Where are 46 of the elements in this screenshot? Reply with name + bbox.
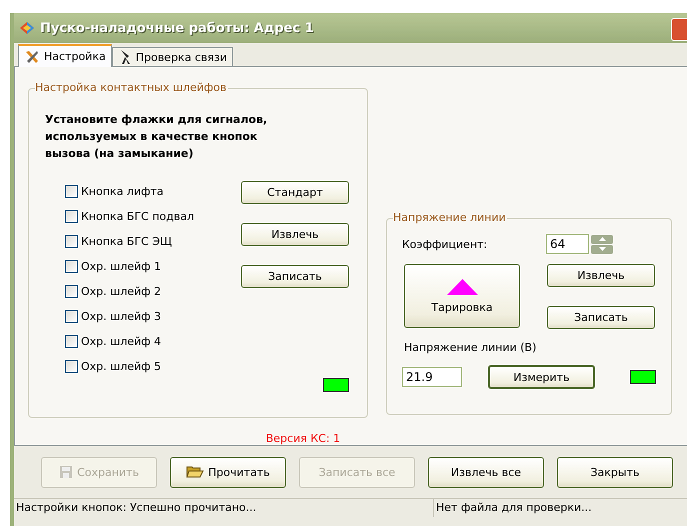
status-text: Нет файла для проверки... bbox=[435, 500, 593, 516]
action-button[interactable]: Записать bbox=[241, 265, 349, 288]
action-button[interactable]: Записать bbox=[547, 306, 655, 329]
app-icon bbox=[18, 20, 36, 36]
window-title: Пуско-наладочные работы: Адрес 1 bbox=[40, 20, 314, 36]
checkbox-label: Охр. шлейф 5 bbox=[81, 360, 162, 373]
voltage-label: Напряжение линии (В) bbox=[404, 341, 536, 354]
checkbox[interactable] bbox=[65, 185, 78, 198]
coefficient-label: Коэффициент: bbox=[402, 238, 488, 250]
action-button[interactable]: Извлечь bbox=[547, 264, 655, 287]
checkbox-label: Охр. шлейф 1 bbox=[81, 260, 162, 273]
group-title: Напряжение линии bbox=[393, 211, 507, 224]
status-text: Настройки кнопок: Успешно прочитано... bbox=[14, 499, 434, 517]
tab[interactable]: Настройка bbox=[18, 44, 112, 67]
up-icon bbox=[598, 237, 606, 241]
down-icon bbox=[598, 247, 606, 251]
checkbox[interactable] bbox=[65, 235, 78, 248]
footer-button[interactable]: Закрыть bbox=[557, 456, 673, 488]
action-button[interactable]: Извлечь bbox=[241, 223, 349, 246]
group-title: Настройка контактных шлейфов bbox=[35, 81, 228, 94]
folder-icon bbox=[186, 465, 204, 479]
triangle-icon bbox=[446, 278, 478, 294]
voltage-field[interactable]: 21.9 bbox=[402, 367, 462, 387]
coefficient-field[interactable]: 64 bbox=[546, 234, 589, 254]
footer-button[interactable]: Прочитать bbox=[170, 456, 286, 488]
checkbox-label: Охр. шлейф 4 bbox=[81, 335, 162, 348]
checkbox-label: Охр. шлейф 2 bbox=[81, 285, 162, 298]
version-text: Версия КС: 1 bbox=[266, 432, 340, 445]
checkbox[interactable] bbox=[65, 210, 78, 223]
action-button[interactable]: Стандарт bbox=[241, 181, 349, 204]
footer-button[interactable]: Извлечь все bbox=[428, 456, 544, 488]
checkbox-label: Кнопка БГС ЭЩ bbox=[81, 235, 172, 248]
calibrate-button[interactable]: Тарировка bbox=[404, 264, 520, 328]
checkbox[interactable] bbox=[65, 310, 78, 323]
tab[interactable]: Проверка связи bbox=[112, 47, 233, 66]
checkbox[interactable] bbox=[65, 335, 78, 348]
save-icon bbox=[59, 465, 74, 479]
tools-icon bbox=[24, 48, 40, 64]
checkbox[interactable] bbox=[65, 285, 78, 298]
checkbox-label: Охр. шлейф 3 bbox=[81, 310, 162, 323]
checkbox[interactable] bbox=[65, 260, 78, 273]
instruction-text: Установите флажки для сигналов, используемых в качестве кнопок вызова (на замыкание) bbox=[45, 112, 268, 162]
checkbox-label: Кнопка лифта bbox=[81, 185, 164, 198]
checkbox[interactable] bbox=[65, 360, 78, 373]
checkbox-label: Кнопка БГС подвал bbox=[81, 210, 194, 223]
measure-button[interactable]: Измерить bbox=[488, 365, 595, 389]
